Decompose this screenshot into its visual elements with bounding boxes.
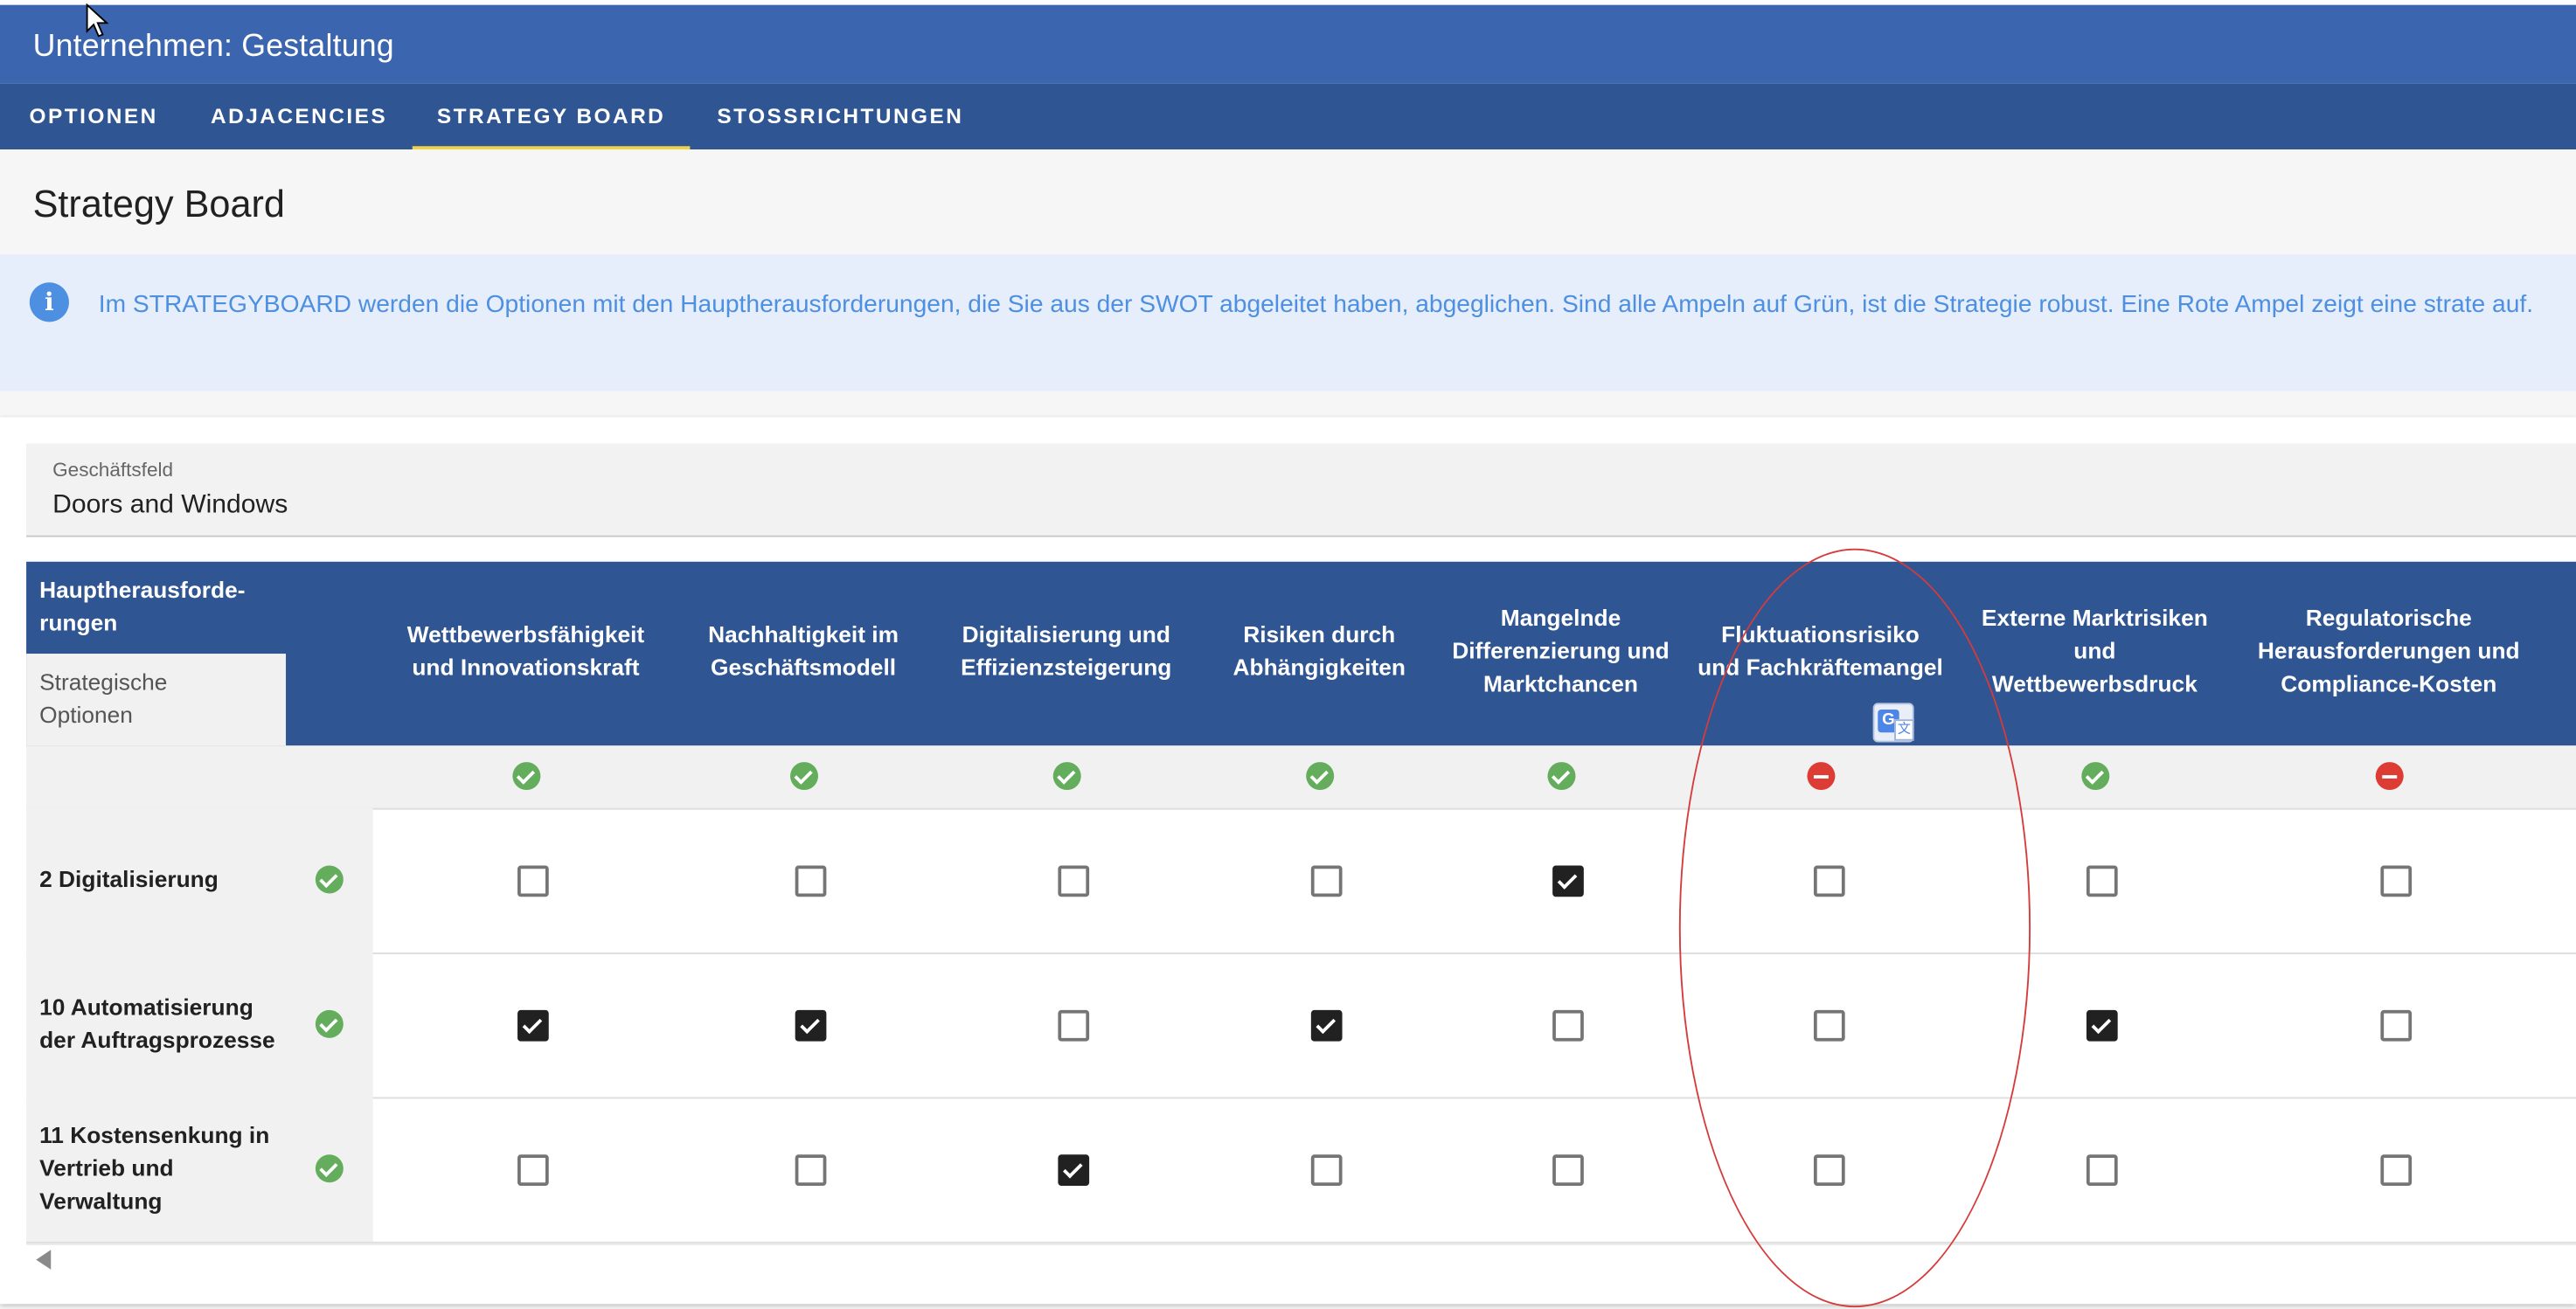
checkbox-r3-c1[interactable] [517, 1153, 548, 1186]
status-error-icon-col-8 [2374, 762, 2403, 791]
strategy-board-card [0, 417, 2576, 1305]
row-status-ok-icon [315, 1154, 344, 1183]
status-ok-icon-col-2 [789, 762, 818, 791]
google-translate-icon[interactable]: G 文 [1872, 703, 1914, 743]
app-bar: Unternehmen: Gestaltung [0, 4, 2576, 84]
checkbox-r2-c6[interactable] [1813, 1008, 1844, 1041]
horizontal-scrollbar[interactable] [26, 1243, 2576, 1278]
checkbox-r1-c4[interactable] [1309, 864, 1342, 897]
tab-strategy-board[interactable]: STRATEGY BOARD [412, 84, 691, 150]
checkbox-r3-c2[interactable] [794, 1153, 826, 1186]
checkbox-r2-c7[interactable] [2086, 1008, 2117, 1041]
tab-adjacencies[interactable]: ADJACENCIES [194, 84, 405, 149]
status-ok-icon-col-7 [2080, 762, 2109, 791]
status-ok-icon-col-1 [511, 762, 540, 791]
row-divider [26, 952, 2576, 954]
column-header-8: Regulatorische Herausforderungen und Com… [2257, 604, 2520, 696]
corner-header-challenges: Hauptherausforde- rungen [39, 576, 246, 636]
checkbox-r3-c4[interactable] [1309, 1153, 1342, 1186]
geschaeftsfeld-select[interactable]: Geschäftsfeld Doors and Windows [26, 443, 2576, 537]
info-icon: i [29, 282, 69, 322]
checkbox-r2-c8[interactable] [2379, 1008, 2412, 1041]
status-error-icon-col-6 [1806, 762, 1835, 791]
checkbox-r1-c7[interactable] [2086, 864, 2117, 897]
column-header-2: Nachhaltigkeit im Geschäftsmodell [708, 620, 899, 681]
row-label: 11 Kostensenkung in Vertrieb und Verwalt… [39, 1121, 270, 1214]
checkbox-r1-c8[interactable] [2379, 864, 2412, 897]
checkbox-r1-c2[interactable] [794, 864, 826, 897]
column-header-1: Wettbewerbsfähigkeit und Innovationskraf… [406, 620, 645, 681]
checkbox-r2-c4[interactable] [1309, 1008, 1342, 1041]
row-status-ok-icon [315, 865, 344, 894]
column-header-6: Fluktuationsrisiko und Fachkräftemangel [1698, 620, 1943, 681]
checkbox-r3-c5[interactable] [1552, 1153, 1583, 1186]
checkbox-r3-c8[interactable] [2379, 1153, 2412, 1186]
alert-text: Im STRATEGYBOARD werden die Optionen mit… [98, 290, 2534, 319]
column-header-3: Digitalisierung und Effizienzsteigerung [961, 620, 1172, 681]
checkbox-r1-c5[interactable] [1552, 864, 1583, 897]
checkbox-r3-c7[interactable] [2086, 1153, 2117, 1186]
checkbox-r1-c6[interactable] [1813, 864, 1844, 897]
checkbox-r1-c1[interactable] [517, 864, 548, 897]
column-header-5: Mangelnde Differenzierung und Marktchanc… [1452, 604, 1670, 696]
row-label: 10 Automatisierung der Auftragsprozesse [39, 994, 275, 1053]
field-label: Geschäftsfeld [52, 458, 174, 481]
status-row [26, 745, 2576, 810]
checkbox-r3-c6[interactable] [1813, 1153, 1844, 1186]
page: Unternehmen: Gestaltung OPTIONEN ADJACEN… [0, 0, 2576, 1309]
corner-header-options: Strategische Optionen [26, 654, 287, 746]
checkbox-r2-c3[interactable] [1057, 1008, 1089, 1041]
scroll-left-arrow-icon[interactable] [36, 1250, 52, 1270]
field-value: Doors and Windows [52, 490, 288, 519]
checkbox-r2-c1[interactable] [517, 1008, 548, 1041]
tab-optionen[interactable]: OPTIONEN [7, 84, 181, 149]
page-title: Strategy Board [32, 182, 285, 225]
column-header-7: Externe Marktrisiken und Wettbewerbsdruc… [1981, 604, 2208, 696]
status-ok-icon-col-3 [1052, 762, 1080, 791]
row-divider [26, 1097, 2576, 1099]
tab-stossrichtungen[interactable]: STOSSRICHTUNGEN [703, 84, 977, 149]
checkbox-r3-c3[interactable] [1057, 1153, 1089, 1186]
row-label: 2 Digitalisierung [39, 865, 219, 892]
status-ok-icon-col-5 [1546, 762, 1575, 791]
mouse-cursor-icon [86, 3, 109, 38]
checkbox-r2-c5[interactable] [1552, 1008, 1583, 1041]
corner-options-label: Strategische Optionen [39, 668, 168, 728]
status-ok-icon-col-4 [1305, 762, 1334, 791]
tab-bar: OPTIONEN ADJACENCIES STRATEGY BOARD STOS… [0, 83, 2576, 150]
row-status-ok-icon [315, 1009, 344, 1038]
checkbox-r2-c2[interactable] [794, 1008, 826, 1041]
checkbox-r1-c3[interactable] [1057, 864, 1089, 897]
column-header-4: Risiken durch Abhängigkeiten [1232, 620, 1406, 681]
